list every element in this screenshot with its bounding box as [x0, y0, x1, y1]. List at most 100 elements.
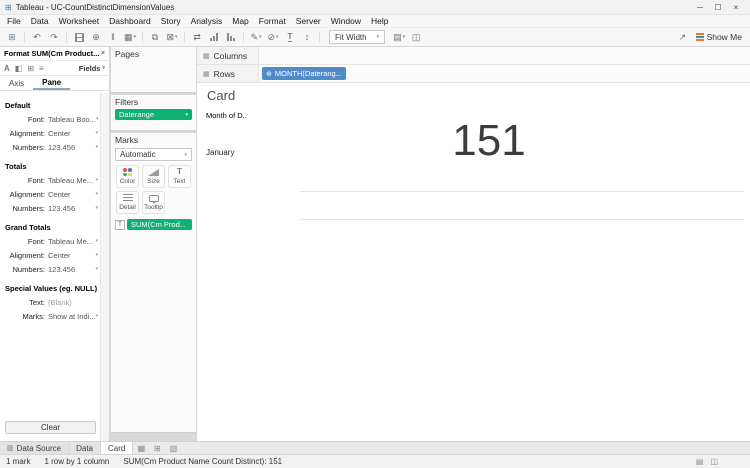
grand-totals-numbers-dropdown[interactable]: Numbers: 123.456▾: [5, 262, 100, 276]
field-label: Font:: [5, 176, 45, 185]
gridline: [300, 219, 744, 220]
cards-pane: Pages Filters Daterange ▾ Marks Automati…: [110, 47, 197, 441]
default-font-dropdown[interactable]: Font: Tableau Boo...▾: [5, 112, 100, 126]
sort-descending-icon[interactable]: [223, 30, 239, 45]
special-values-marks-dropdown[interactable]: Marks: Show at Indi...▾: [5, 309, 100, 323]
tab-pane[interactable]: Pane: [33, 76, 70, 90]
special-values-text-field[interactable]: Text: (Blank): [5, 295, 100, 309]
color-icon: [123, 168, 132, 176]
rows-shelf[interactable]: ▦ Rows ⊕ MONTH(Daterang...: [197, 65, 750, 83]
marks-pill-sum[interactable]: SUM(Cm Prod...: [127, 219, 192, 230]
font-icon[interactable]: A: [4, 64, 10, 73]
show-hide-cards-icon[interactable]: ▤▾: [391, 30, 407, 45]
tooltip-button[interactable]: Tooltip: [142, 191, 165, 214]
fields-dropdown[interactable]: Fields ▾: [79, 64, 105, 73]
sheet-tab-bar: ▥ Data Source Data Card ▦ ⊞ ▧: [0, 441, 750, 454]
sort-ascending-icon[interactable]: [206, 30, 222, 45]
close-icon[interactable]: ×: [101, 50, 105, 57]
menu-server[interactable]: Server: [291, 16, 326, 26]
share-icon[interactable]: ↗: [675, 30, 691, 45]
menu-format[interactable]: Format: [254, 16, 291, 26]
grand-totals-alignment-dropdown[interactable]: Alignment: Center▾: [5, 248, 100, 262]
tab-axis[interactable]: Axis: [0, 76, 33, 90]
new-worksheet-tab-icon[interactable]: ▦: [133, 442, 149, 454]
fix-axes-icon[interactable]: ↕: [299, 30, 315, 45]
default-alignment-dropdown[interactable]: Alignment: Center▾: [5, 126, 100, 140]
row-header: January: [206, 148, 234, 157]
shading-icon[interactable]: ◧: [15, 64, 23, 73]
borders-icon[interactable]: ⊞: [27, 64, 34, 73]
menu-data[interactable]: Data: [26, 16, 54, 26]
tab-data-source[interactable]: ▥ Data Source: [0, 442, 69, 454]
pause-updates-icon[interactable]: ‖: [105, 30, 121, 45]
totals-font-dropdown[interactable]: Font: Tableau Me...▾: [5, 173, 100, 187]
save-icon[interactable]: [71, 30, 87, 45]
format-pane-header: Format SUM(Cm Product... ×: [0, 47, 109, 61]
color-button[interactable]: Color: [116, 165, 139, 188]
default-numbers-dropdown[interactable]: Numbers: 123.456▾: [5, 140, 100, 154]
new-story-tab-icon[interactable]: ▧: [165, 442, 181, 454]
pill-label: SUM(Cm Prod...: [131, 220, 186, 229]
tab-label: Data Source: [17, 444, 61, 453]
show-me-button[interactable]: Show Me: [696, 32, 742, 42]
highlight-icon[interactable]: ✎▾: [248, 30, 264, 45]
maximize-button[interactable]: ☐: [709, 3, 727, 12]
format-pane-scrollbar[interactable]: [100, 93, 109, 441]
lines-icon[interactable]: ≡: [39, 64, 44, 73]
work-area: Format SUM(Cm Product... × A ◧ ⊞ ≡ Field…: [0, 47, 750, 441]
minimize-button[interactable]: ─: [691, 3, 709, 12]
filters-card[interactable]: Filters Daterange ▾: [111, 95, 196, 131]
size-button[interactable]: Size: [142, 165, 165, 188]
clear-button[interactable]: Clear: [5, 421, 96, 434]
sheet-sorter-icon[interactable]: ▤: [696, 457, 704, 466]
pill-label: Daterange: [119, 110, 154, 119]
detail-icon: [123, 194, 133, 202]
marks-pill-row: T SUM(Cm Prod...: [115, 219, 192, 230]
menu-file[interactable]: File: [2, 16, 26, 26]
close-button[interactable]: ×: [727, 3, 745, 12]
expand-date-icon[interactable]: ⊕: [266, 70, 272, 78]
rows-pill-month[interactable]: ⊕ MONTH(Daterang...: [262, 67, 346, 80]
mark-buttons: Color Size T Text Detail: [116, 165, 191, 214]
presentation-mode-icon[interactable]: ◫: [408, 30, 424, 45]
undo-icon[interactable]: ↶: [29, 30, 45, 45]
grand-totals-font-dropdown[interactable]: Font: Tableau Me...▾: [5, 234, 100, 248]
status-aggregation-summary: SUM(Cm Product Name Count Distinct): 151: [123, 457, 282, 466]
mark-text-value[interactable]: 151: [300, 118, 678, 164]
start-page-icon[interactable]: ⊞: [4, 30, 20, 45]
duplicate-sheet-icon[interactable]: ⧉: [147, 30, 163, 45]
tab-label: Data: [76, 444, 93, 453]
menu-story[interactable]: Story: [156, 16, 186, 26]
filmstrip-icon[interactable]: ◫: [710, 457, 718, 466]
swap-rows-columns-icon[interactable]: ⇄: [189, 30, 205, 45]
detail-button[interactable]: Detail: [116, 191, 139, 214]
status-dimensions: 1 row by 1 column: [44, 457, 109, 466]
menu-dashboard[interactable]: Dashboard: [104, 16, 156, 26]
group-members-icon[interactable]: ⊘▾: [265, 30, 281, 45]
totals-numbers-dropdown[interactable]: Numbers: 123.456▾: [5, 201, 100, 215]
menu-window[interactable]: Window: [326, 16, 366, 26]
menu-analysis[interactable]: Analysis: [186, 16, 228, 26]
menu-worksheet[interactable]: Worksheet: [54, 16, 104, 26]
tab-card[interactable]: Card: [101, 442, 133, 454]
text-button[interactable]: T Text: [168, 165, 191, 188]
chevron-down-icon: ▾: [95, 266, 98, 272]
sheet-title: Card: [207, 88, 235, 103]
show-mark-labels-icon[interactable]: T: [282, 30, 298, 45]
clear-sheet-icon[interactable]: ⊠▾: [164, 30, 180, 45]
redo-icon[interactable]: ↷: [46, 30, 62, 45]
new-worksheet-icon[interactable]: ▦▾: [122, 30, 138, 45]
sheet-view[interactable]: Card Month of D.. January 151: [197, 84, 750, 441]
add-data-source-icon[interactable]: ⊕: [88, 30, 104, 45]
mark-type-dropdown[interactable]: Automatic ▾: [115, 148, 192, 161]
filter-pill-daterange[interactable]: Daterange ▾: [115, 109, 192, 120]
new-dashboard-tab-icon[interactable]: ⊞: [149, 442, 165, 454]
menu-map[interactable]: Map: [227, 16, 254, 26]
tab-data[interactable]: Data: [69, 442, 101, 454]
columns-shelf[interactable]: ▦ Columns: [197, 47, 750, 65]
totals-alignment-dropdown[interactable]: Alignment: Center▾: [5, 187, 100, 201]
pages-card[interactable]: Pages: [111, 47, 196, 93]
fit-dropdown[interactable]: Fit Width ▾: [329, 30, 385, 44]
field-label: Alignment:: [5, 251, 45, 260]
menu-help[interactable]: Help: [366, 16, 393, 26]
